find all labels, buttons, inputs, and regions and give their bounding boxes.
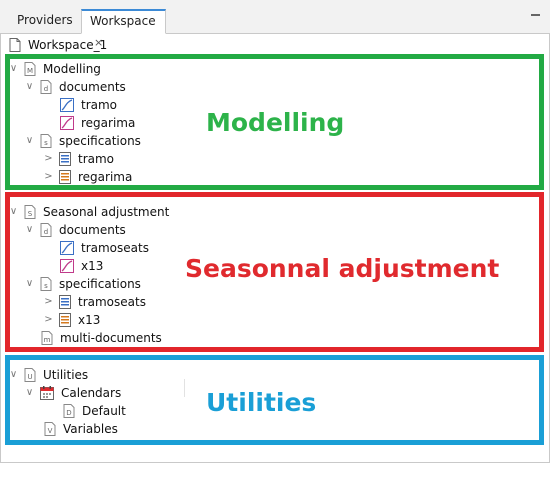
annotation-modelling: Modelling	[206, 108, 345, 137]
annotation-utilities: Utilities	[206, 388, 317, 417]
tab-workspace-label: Workspace	[90, 14, 156, 28]
document-icon	[9, 38, 21, 52]
tab-providers-label: Providers	[17, 13, 73, 27]
tab-bar: Providers Workspace ×	[0, 0, 550, 49]
tree-item-workspace[interactable]: Workspace_1	[9, 36, 107, 54]
tab-providers[interactable]: Providers	[9, 9, 81, 33]
tree-label-workspace: Workspace_1	[28, 38, 108, 52]
minimize-icon[interactable]	[531, 14, 540, 16]
annotation-seasonal-adjustment: Seasonnal adjustment	[185, 254, 500, 283]
tab-workspace[interactable]: Workspace ×	[81, 9, 166, 49]
